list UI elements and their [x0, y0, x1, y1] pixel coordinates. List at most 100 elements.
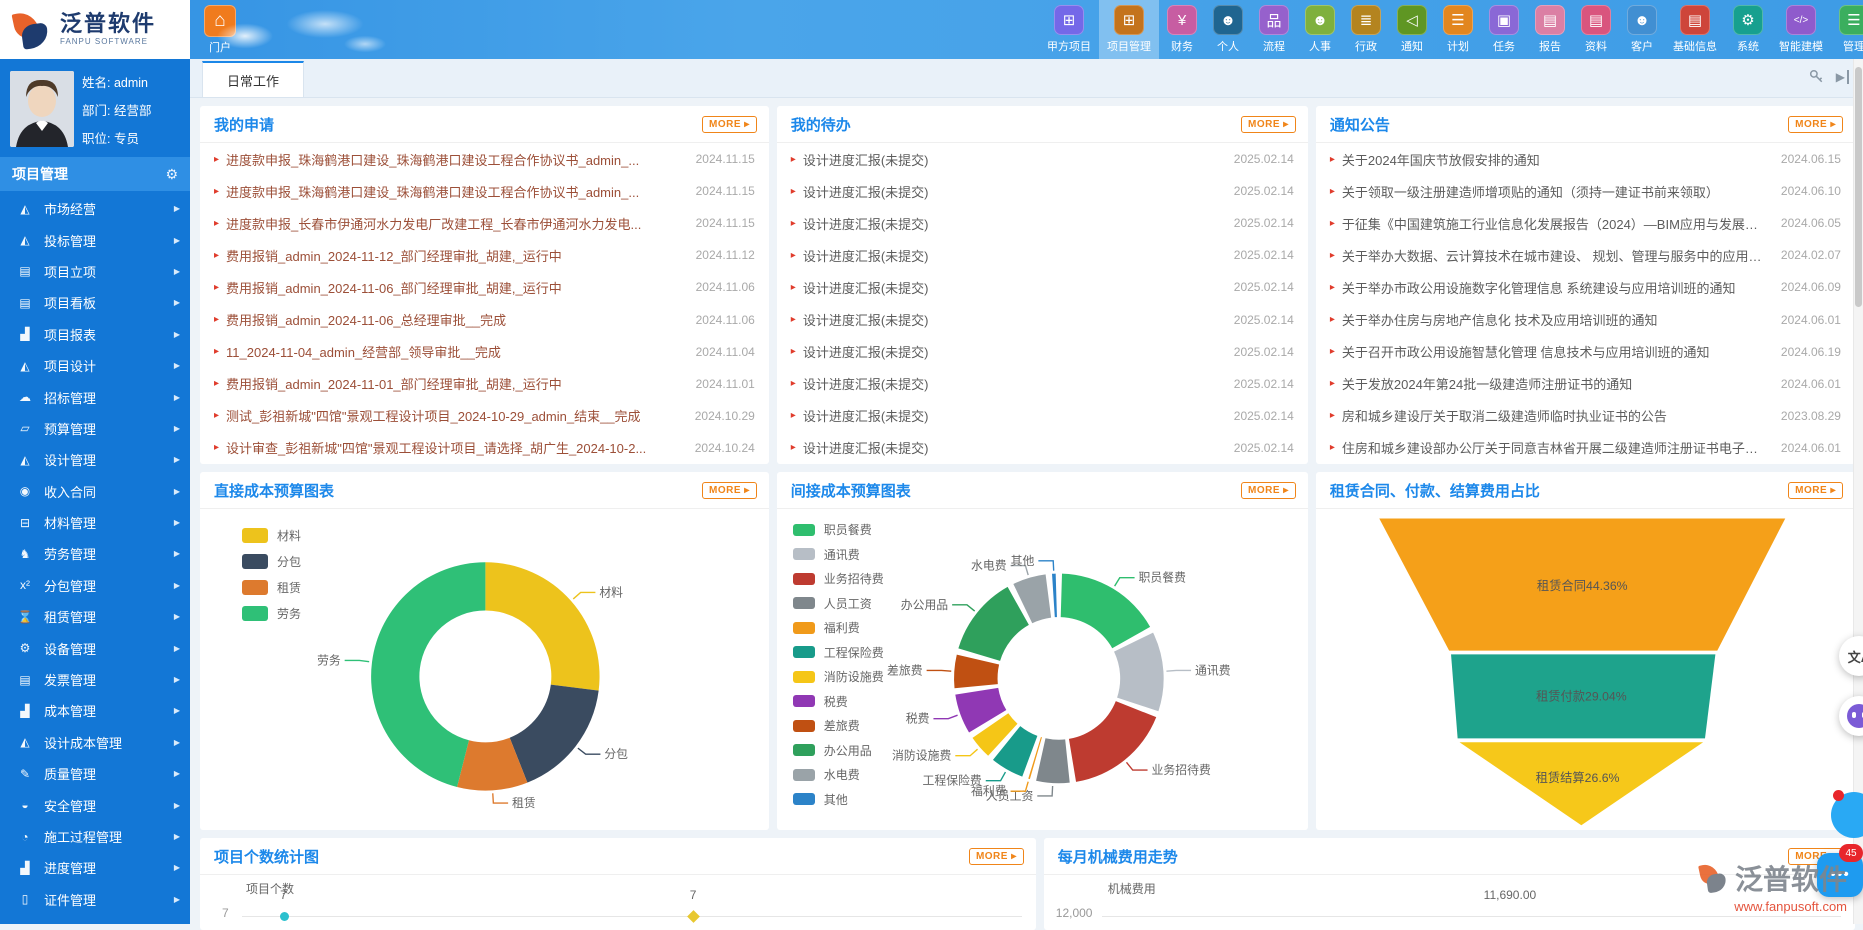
list-item[interactable]: ▸关于2024年国庆节放假安排的通知2024.06.15 — [1316, 143, 1855, 175]
legend-item[interactable]: 消防设施费 — [793, 668, 884, 685]
list-item[interactable]: ▸住房和城乡建设部办公厅关于同意吉林省开展二级建造师注册证书电子化试点...20… — [1316, 432, 1855, 464]
nav-item-report[interactable]: ▤报告 — [1527, 0, 1573, 59]
list-item[interactable]: ▸关于召开市政公用设施智慧化管理 信息技术与应用培训班的通知2024.06.19 — [1316, 336, 1855, 368]
list-item[interactable]: ▸房和城乡建设厅关于取消二级建造师临时执业证书的公告2023.08.29 — [1316, 400, 1855, 432]
list-item[interactable]: ▸设计进度汇报(未提交)2025.02.14 — [777, 368, 1308, 400]
more-button[interactable]: MORE — [1788, 482, 1843, 499]
sidebar-item-design-cost[interactable]: ◭设计成本管理▶ — [0, 727, 190, 758]
nav-item-workflow[interactable]: 品流程 — [1251, 0, 1297, 59]
scrollbar-thumb[interactable] — [1855, 67, 1862, 307]
list-item[interactable]: ▸进度款申报_长春市伊通河水力发电厂改建工程_长春市伊通河水力发电...2024… — [200, 207, 769, 239]
sidebar-item-tender[interactable]: ☁招标管理▶ — [0, 381, 190, 412]
list-item[interactable]: ▸设计进度汇报(未提交)2025.02.14 — [777, 400, 1308, 432]
nav-item-finance[interactable]: ¥财务 — [1159, 0, 1205, 59]
list-item[interactable]: ▸进度款申报_珠海鹤港口建设_珠海鹤港口建设工程合作协议书_admin_...2… — [200, 143, 769, 175]
nav-item-task[interactable]: ▣任务 — [1481, 0, 1527, 59]
list-item[interactable]: ▸测试_彭祖新城"四馆"景观工程设计项目_2024-10-29_admin_结束… — [200, 400, 769, 432]
tab-daily-work[interactable]: 日常工作 — [202, 61, 304, 97]
nav-item-manage[interactable]: ☰管理 — [1831, 0, 1863, 59]
list-item[interactable]: ▸设计进度汇报(未提交)2025.02.14 — [777, 303, 1308, 335]
list-item[interactable]: ▸设计进度汇报(未提交)2025.02.14 — [777, 336, 1308, 368]
sidebar-item-project-initiation[interactable]: ▤项目立项▶ — [0, 256, 190, 287]
nav-item-modeling[interactable]: </>智能建模 — [1771, 0, 1831, 59]
nav-item-personal[interactable]: ☻个人 — [1205, 0, 1251, 59]
legend-item[interactable]: 福利费 — [793, 619, 884, 636]
sidebar-item-safety[interactable]: ◒安全管理▶ — [0, 789, 190, 820]
legend-item[interactable]: 办公用品 — [793, 742, 884, 759]
list-item[interactable]: ▸设计进度汇报(未提交)2025.02.14 — [777, 432, 1308, 464]
legend-item[interactable]: 工程保险费 — [793, 644, 884, 661]
legend-item[interactable]: 其他 — [793, 791, 884, 808]
nav-item-hr[interactable]: ☻人事 — [1297, 0, 1343, 59]
sidebar-item-material[interactable]: ⊟材料管理▶ — [0, 507, 190, 538]
key-icon[interactable] — [1809, 69, 1824, 84]
list-item[interactable]: ▸费用报销_admin_2024-11-06_总经理审批__完成2024.11.… — [200, 303, 769, 335]
sidebar-item-quality[interactable]: ✎质量管理▶ — [0, 758, 190, 789]
legend-item[interactable]: 水电费 — [793, 766, 884, 783]
nav-item-portal[interactable]: ⌂ 门户 — [204, 5, 236, 55]
gear-icon[interactable]: ⚙ — [165, 166, 178, 183]
more-button[interactable]: MORE — [969, 848, 1024, 865]
sidebar-item-project-report[interactable]: ▟项目报表▶ — [0, 319, 190, 350]
report-icon: ▤ — [1535, 5, 1565, 35]
list-item[interactable]: ▸费用报销_admin_2024-11-12_部门经理审批_胡建,_运行中202… — [200, 239, 769, 271]
list-item[interactable]: ▸关于举办大数据、云计算技术在城市建设、 规划、管理与服务中的应用培训班...2… — [1316, 239, 1855, 271]
legend-item[interactable]: 租赁 — [242, 579, 301, 596]
expand-panel-icon[interactable]: ▶ — [1836, 70, 1849, 84]
legend-item[interactable]: 职员餐费 — [793, 521, 884, 538]
sidebar-item-market-operation[interactable]: ◭市场经营▶ — [0, 193, 190, 224]
sidebar-item-bidding[interactable]: ◭投标管理▶ — [0, 224, 190, 255]
list-item[interactable]: ▸设计审查_彭祖新城"四馆"景观工程设计项目_请选择_胡广生_2024-10-2… — [200, 432, 769, 464]
legend-item[interactable]: 材料 — [242, 527, 301, 544]
sidebar-item-design[interactable]: ◭设计管理▶ — [0, 444, 190, 475]
sidebar-item-invoice[interactable]: ▤发票管理▶ — [0, 664, 190, 695]
list-item[interactable]: ▸设计进度汇报(未提交)2025.02.14 — [777, 175, 1308, 207]
list-item[interactable]: ▸设计进度汇报(未提交)2025.02.14 — [777, 143, 1308, 175]
list-item[interactable]: ▸关于举办住房与房地产信息化 技术及应用培训班的通知2024.06.01 — [1316, 303, 1855, 335]
list-item[interactable]: ▸设计进度汇报(未提交)2025.02.14 — [777, 239, 1308, 271]
sidebar-item-certificate[interactable]: ▯证件管理▶ — [0, 884, 190, 915]
more-button[interactable]: MORE — [1241, 482, 1296, 499]
nav-item-notice[interactable]: ◁通知 — [1389, 0, 1435, 59]
legend-item[interactable]: 税费 — [793, 693, 884, 710]
list-item[interactable]: ▸于征集《中国建筑施工行业信息化发展报告（2024）—BIM应用与发展》材料..… — [1316, 207, 1855, 239]
nav-item-customer[interactable]: ☻客户 — [1619, 0, 1665, 59]
sidebar-item-project-board[interactable]: ▤项目看板▶ — [0, 287, 190, 318]
list-item[interactable]: ▸关于领取一级注册建造师增项贴的通知（须持一建证书前来领取）2024.06.10 — [1316, 175, 1855, 207]
more-button[interactable]: MORE — [702, 116, 757, 133]
more-button[interactable]: MORE — [702, 482, 757, 499]
sidebar-item-equipment[interactable]: ⚙设备管理▶ — [0, 632, 190, 663]
list-item[interactable]: ▸费用报销_admin_2024-11-01_部门经理审批_胡建,_运行中202… — [200, 368, 769, 400]
nav-item-client-project[interactable]: ⊞甲方项目 — [1039, 0, 1099, 59]
sidebar-item-labor[interactable]: ♞劳务管理▶ — [0, 538, 190, 569]
legend-item[interactable]: 劳务 — [242, 605, 301, 622]
list-item[interactable]: ▸关于发放2024年第24批一级建造师注册证书的通知2024.06.01 — [1316, 368, 1855, 400]
nav-item-base-info[interactable]: ▤基础信息 — [1665, 0, 1725, 59]
legend-item[interactable]: 通讯费 — [793, 546, 884, 563]
legend-item[interactable]: 差旅费 — [793, 717, 884, 734]
sidebar-item-construction-process[interactable]: ◔施工过程管理▶ — [0, 821, 190, 852]
sidebar-item-progress[interactable]: ▟进度管理▶ — [0, 852, 190, 883]
legend-item[interactable]: 分包 — [242, 553, 301, 570]
list-item[interactable]: ▸费用报销_admin_2024-11-06_部门经理审批_胡建,_运行中202… — [200, 271, 769, 303]
legend-item[interactable]: 业务招待费 — [793, 570, 884, 587]
list-item[interactable]: ▸11_2024-11-04_admin_经营部_领导审批__完成2024.11… — [200, 336, 769, 368]
legend-item[interactable]: 人员工资 — [793, 595, 884, 612]
sidebar-item-project-design[interactable]: ◭项目设计▶ — [0, 350, 190, 381]
nav-item-system[interactable]: ⚙系统 — [1725, 0, 1771, 59]
nav-item-plan[interactable]: ☰计划 — [1435, 0, 1481, 59]
sidebar-item-budget[interactable]: ▱预算管理▶ — [0, 413, 190, 444]
nav-item-material-doc[interactable]: ▤资料 — [1573, 0, 1619, 59]
list-item[interactable]: ▸设计进度汇报(未提交)2025.02.14 — [777, 207, 1308, 239]
list-item[interactable]: ▸进度款申报_珠海鹤港口建设_珠海鹤港口建设工程合作协议书_admin_...2… — [200, 175, 769, 207]
nav-item-project-management[interactable]: ⊞项目管理 — [1099, 0, 1159, 59]
more-button[interactable]: MORE — [1241, 116, 1296, 133]
sidebar-item-cost[interactable]: ▟成本管理▶ — [0, 695, 190, 726]
sidebar-item-income-contract[interactable]: ◉收入合同▶ — [0, 476, 190, 507]
list-item[interactable]: ▸关于举办市政公用设施数字化管理信息 系统建设与应用培训班的通知2024.06.… — [1316, 271, 1855, 303]
more-button[interactable]: MORE — [1788, 116, 1843, 133]
nav-item-administration[interactable]: ≣行政 — [1343, 0, 1389, 59]
sidebar-item-lease[interactable]: ⌛租赁管理▶ — [0, 601, 190, 632]
list-item[interactable]: ▸设计进度汇报(未提交)2025.02.14 — [777, 271, 1308, 303]
sidebar-item-subcontract[interactable]: x²分包管理▶ — [0, 570, 190, 601]
